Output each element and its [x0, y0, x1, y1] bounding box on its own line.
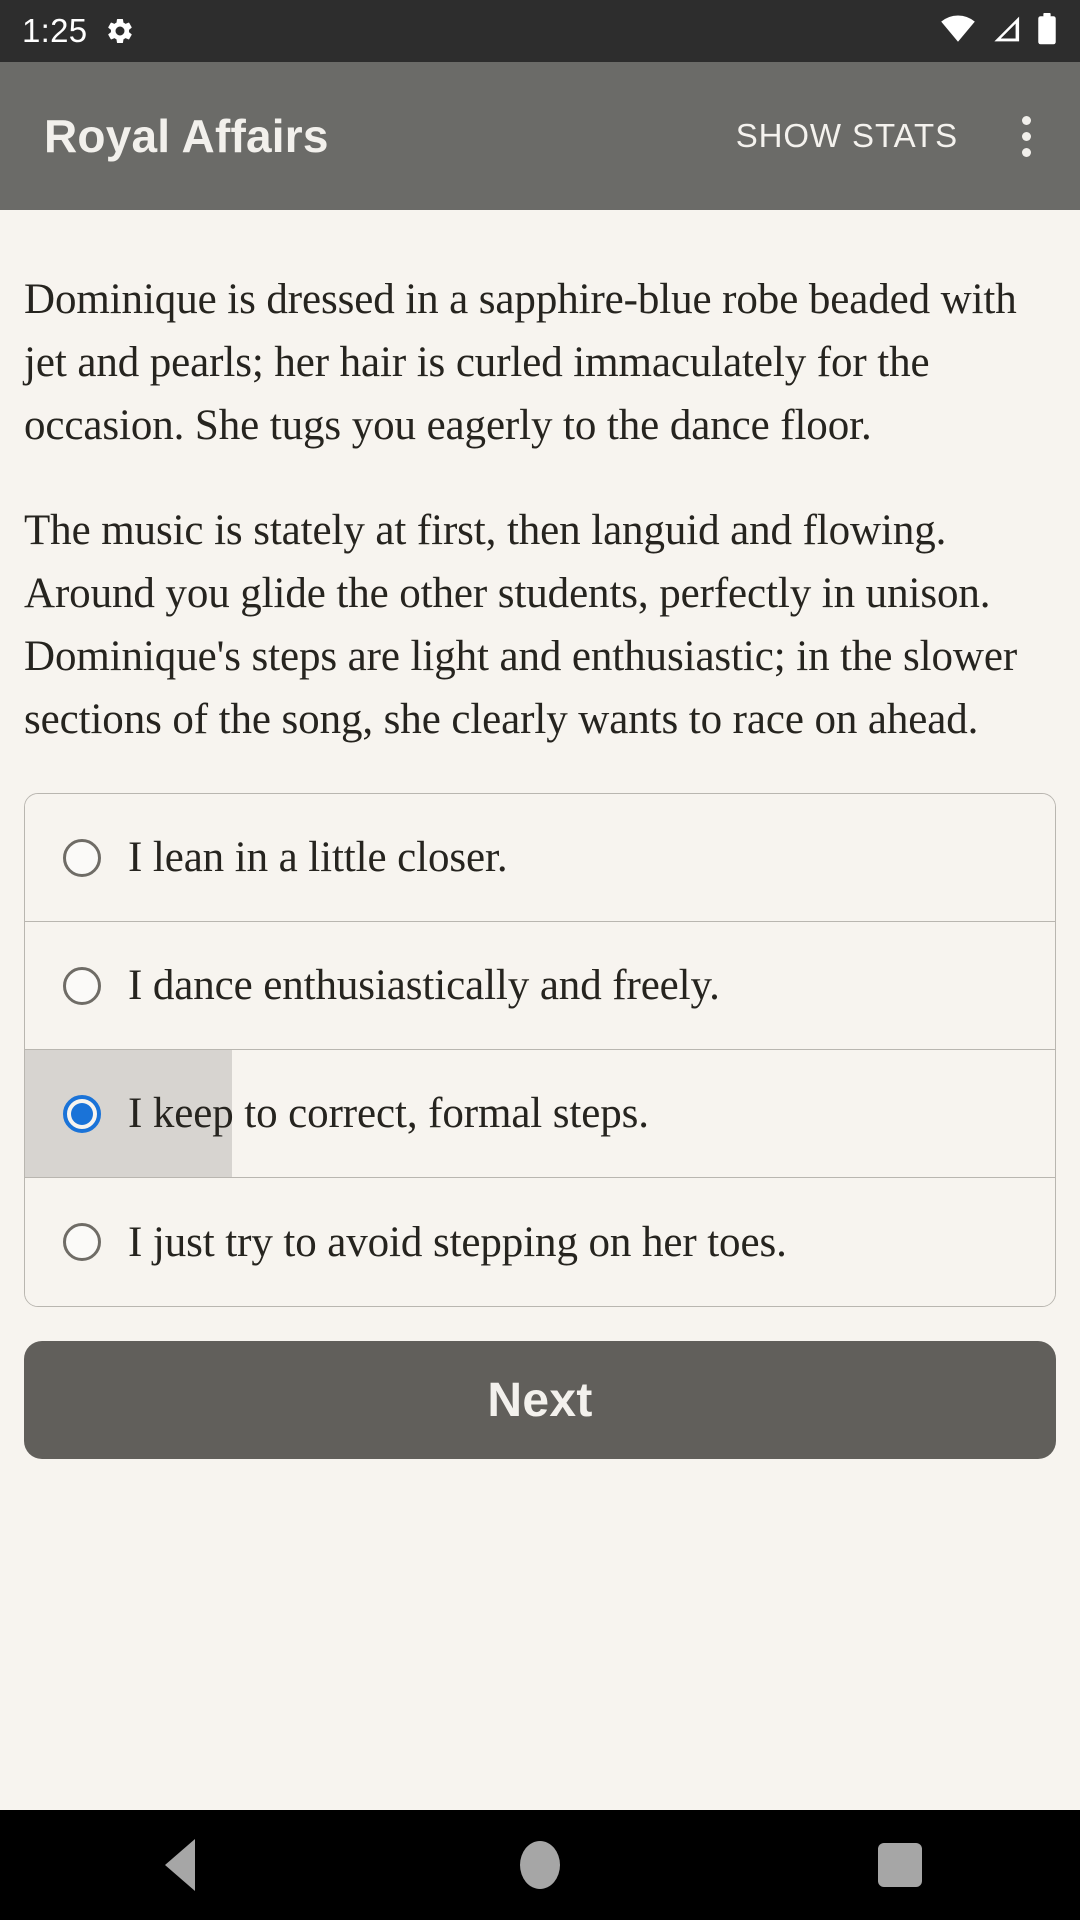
status-bar-left: 1:25 [22, 12, 135, 50]
story-text: Dominique is dressed in a sapphire-blue … [24, 210, 1056, 751]
radio-button-unchecked-icon[interactable] [63, 838, 101, 877]
recents-icon [878, 1843, 922, 1887]
app-bar-actions: SHOW STATS [720, 103, 1058, 169]
back-icon [165, 1839, 195, 1891]
status-bar: 1:25 [0, 0, 1080, 62]
radio-button-checked-icon[interactable] [63, 1094, 101, 1133]
choice-option-2[interactable]: I dance enthusiastically and freely. [25, 922, 1055, 1050]
nav-home-button[interactable] [360, 1810, 720, 1920]
choice-option-4[interactable]: I just try to avoid stepping on her toes… [25, 1178, 1055, 1306]
overflow-dot [1021, 131, 1031, 141]
choice-list: I lean in a little closer. I dance enthu… [24, 793, 1056, 1307]
gear-icon [105, 16, 135, 46]
status-clock: 1:25 [22, 12, 88, 49]
home-icon [520, 1841, 560, 1889]
wifi-icon [940, 14, 976, 49]
choice-label: I keep to correct, formal steps. [128, 1090, 649, 1137]
radio-button-unchecked-icon[interactable] [63, 966, 101, 1005]
main-content: Dominique is dressed in a sapphire-blue … [0, 210, 1080, 1810]
overflow-dot [1021, 147, 1031, 157]
choice-label: I just try to avoid stepping on her toes… [128, 1218, 787, 1266]
overflow-dot [1021, 115, 1031, 125]
nav-back-button[interactable] [0, 1810, 360, 1920]
cell-signal-icon [990, 14, 1022, 49]
status-bar-right [940, 12, 1058, 50]
choice-label: I dance enthusiastically and freely. [128, 962, 720, 1009]
nav-recents-button[interactable] [720, 1810, 1080, 1920]
next-button[interactable]: Next [24, 1341, 1056, 1459]
app-bar: Royal Affairs SHOW STATS [0, 62, 1080, 210]
radio-button-unchecked-icon[interactable] [63, 1223, 101, 1261]
story-paragraph: The music is stately at first, then lang… [24, 507, 1018, 743]
overflow-menu-icon[interactable] [994, 104, 1058, 168]
choice-option-1[interactable]: I lean in a little closer. [25, 794, 1055, 922]
battery-full-icon [1036, 12, 1058, 50]
choice-option-3[interactable]: I keep to correct, formal steps. [25, 1050, 1055, 1178]
page-title: Royal Affairs [44, 110, 329, 162]
show-stats-button[interactable]: SHOW STATS [720, 103, 974, 169]
choice-label: I lean in a little closer. [128, 834, 508, 881]
story-paragraph: Dominique is dressed in a sapphire-blue … [24, 276, 1017, 449]
android-nav-bar [0, 1810, 1080, 1920]
